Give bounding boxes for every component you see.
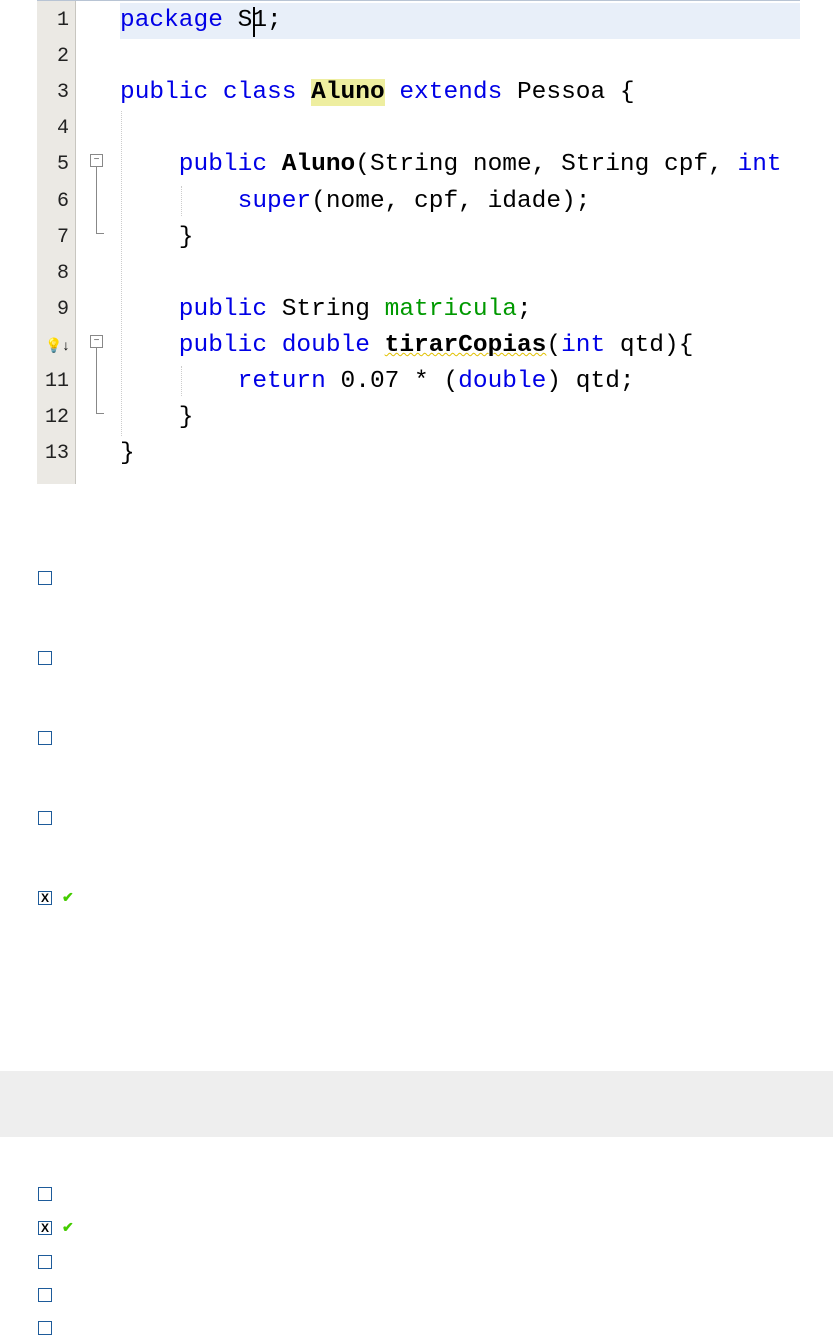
code-line: return 0.07 * (double) qtd; [120, 364, 635, 400]
fold-line [96, 347, 104, 414]
code-token: public [120, 151, 282, 179]
answer-checkbox[interactable] [38, 571, 52, 585]
code-line: public Aluno(String nome, String cpf, in… [120, 147, 782, 183]
line-number: 4 [56, 117, 69, 141]
line-number: 1 [56, 9, 69, 32]
code-token: Aluno [281, 151, 356, 179]
code-token: public double [120, 331, 385, 359]
code-token: int [561, 331, 606, 359]
answer-checkbox[interactable] [38, 731, 52, 745]
answer-checkbox[interactable] [38, 651, 52, 665]
code-token: } [120, 223, 194, 251]
code-line: super(nome, cpf, idade); [120, 184, 591, 220]
code-token: (String nome, String cpf, [355, 151, 738, 179]
code-token: } [120, 404, 194, 432]
answer-checkbox[interactable]: X [38, 891, 52, 905]
code-line: package S1; [120, 3, 282, 39]
code-token: String [281, 295, 385, 323]
line-number: 8 [56, 261, 69, 285]
code-line: public class Aluno extends Pessoa { [120, 75, 635, 111]
code-token: public [120, 295, 282, 323]
line-number: 7 [56, 225, 69, 249]
code-token: extends [384, 79, 517, 107]
code-token: return [120, 368, 341, 395]
lightbulb-warning-icon[interactable]: 💡↓ [45, 337, 69, 354]
code-token: package [120, 7, 223, 34]
code-token: Pessoa { [516, 79, 635, 107]
code-line: public double tirarCopias(int qtd){ [120, 328, 694, 364]
code-token: ; [516, 295, 532, 323]
line-number: 5 [56, 153, 69, 177]
code-token: super [120, 187, 312, 215]
answer-checkbox[interactable] [38, 1255, 52, 1269]
line-number: 11 [44, 370, 69, 393]
code-line: } [120, 220, 194, 256]
answer-checkbox[interactable]: X [38, 1221, 52, 1235]
question-separator [0, 1071, 833, 1137]
line-number: 3 [56, 81, 69, 105]
line-number: 9 [56, 297, 69, 321]
answer-checkbox[interactable] [38, 811, 52, 825]
answer-checkbox[interactable] [38, 1187, 52, 1201]
answer-checkbox[interactable] [38, 1321, 52, 1335]
line-number: 2 [56, 45, 69, 69]
code-token: } [120, 440, 135, 468]
code-line: } [120, 400, 194, 436]
code-token: qtd){ [605, 331, 694, 359]
code-token: double [458, 368, 547, 395]
code-token: 0.07 * ( [340, 368, 459, 395]
code-token: tirarCopias [384, 331, 547, 359]
code-line: public String matricula; [120, 292, 532, 328]
line-number: 13 [44, 442, 69, 466]
code-editor[interactable]: − − 💡↓ 1 2 3 4 5 6 7 8 9 11 12 13 package S1; public … [37, 0, 800, 484]
code-token: Aluno [311, 79, 385, 107]
code-token: (nome, cpf, idade); [311, 187, 591, 215]
line-number: 12 [44, 406, 69, 430]
correct-check-icon: ✔ [62, 889, 74, 905]
code-token: ( [546, 331, 562, 359]
code-token: matricula [384, 295, 517, 323]
code-line: } [120, 436, 135, 472]
answer-checkbox[interactable] [38, 1288, 52, 1302]
code-token: ) qtd; [546, 368, 635, 395]
text-cursor [253, 7, 255, 37]
fold-line [96, 166, 104, 234]
code-token: public class [120, 79, 312, 107]
correct-check-icon: ✔ [62, 1219, 74, 1235]
code-token: int [737, 151, 782, 179]
line-number: 6 [56, 189, 69, 213]
